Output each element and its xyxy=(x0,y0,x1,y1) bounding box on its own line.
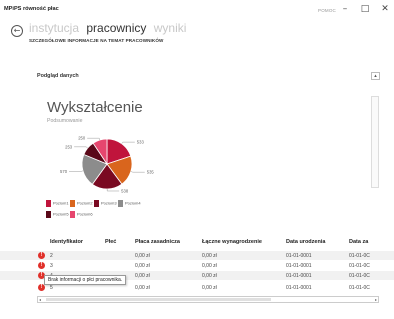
legend-item: Poziom5 xyxy=(46,211,69,218)
leader-line xyxy=(121,141,135,144)
scroll-thumb[interactable] xyxy=(46,298,271,301)
leader-line xyxy=(74,146,88,149)
cell-id: 5 xyxy=(50,285,53,291)
legend-swatch xyxy=(46,200,51,207)
legend-swatch xyxy=(94,200,99,207)
cell-total-pay: 0,00 zł xyxy=(202,285,217,291)
column-header-hire-date[interactable]: Data za xyxy=(349,239,368,245)
cell-id: 3 xyxy=(50,263,53,269)
data-label: 570 xyxy=(60,169,68,174)
column-header-birth-date[interactable]: Data urodzenia xyxy=(286,239,325,245)
cell-hire-date: 01-01-0C xyxy=(349,285,370,291)
cell-total-pay: 0,00 zł xyxy=(202,253,217,259)
horizontal-scrollbar[interactable]: ◂ ▸ xyxy=(37,296,379,303)
table-row[interactable]: ! 2 0,00 zł 0,00 zł 01-01-0001 01-01-0C xyxy=(0,251,394,260)
cell-hire-date: 01-01-0C xyxy=(349,273,370,279)
scroll-right-icon[interactable]: ▸ xyxy=(375,297,377,302)
cell-id: 2 xyxy=(50,253,53,259)
cell-base-salary: 0,00 zł xyxy=(135,273,150,279)
error-icon[interactable]: ! xyxy=(38,284,45,291)
cell-hire-date: 01-01-0C xyxy=(349,263,370,269)
cell-base-salary: 0,00 zł xyxy=(135,285,150,291)
legend-item: Poziom6 xyxy=(70,211,93,218)
legend-swatch xyxy=(70,200,75,207)
column-header-id[interactable]: Identyfikator xyxy=(50,239,83,245)
table-row[interactable]: ! 3 0,00 zł 0,00 zł 01-01-0001 01-01-0C xyxy=(0,261,394,270)
error-icon[interactable]: ! xyxy=(38,262,45,269)
scroll-left-icon[interactable]: ◂ xyxy=(39,297,41,302)
legend-item: Poziom1 xyxy=(46,200,69,207)
cell-base-salary: 0,00 zł xyxy=(135,253,150,259)
cell-birth-date: 01-01-0001 xyxy=(286,273,312,279)
column-header-sex[interactable]: Płeć xyxy=(105,239,116,245)
legend-swatch xyxy=(70,211,75,218)
error-tooltip: Brak informacji o płci pracownika. xyxy=(44,275,127,285)
cell-birth-date: 01-01-0001 xyxy=(286,285,312,291)
error-icon[interactable]: ! xyxy=(38,252,45,259)
legend-item: Poziom4 xyxy=(118,200,141,207)
column-header-total-pay[interactable]: Łączne wynagrodzenie xyxy=(202,239,262,245)
cell-birth-date: 01-01-0001 xyxy=(286,263,312,269)
column-header-base-salary[interactable]: Płaca zasadnicza xyxy=(135,239,180,245)
leader-line xyxy=(69,170,84,172)
leader-line xyxy=(130,171,145,173)
data-label: 533 xyxy=(137,140,145,145)
cell-birth-date: 01-01-0001 xyxy=(286,253,312,259)
data-label: 538 xyxy=(121,188,129,193)
legend-swatch xyxy=(46,211,51,218)
data-label: 253 xyxy=(65,144,73,149)
cell-base-salary: 0,00 zł xyxy=(135,263,150,269)
legend-swatch xyxy=(118,200,123,207)
legend-item: Poziom2 xyxy=(70,200,93,207)
leader-line xyxy=(87,137,101,141)
cell-hire-date: 01-01-0C xyxy=(349,253,370,259)
cell-total-pay: 0,00 zł xyxy=(202,263,217,269)
legend-item: Poziom3 xyxy=(94,200,117,207)
data-label: 535 xyxy=(147,170,155,175)
data-label: 250 xyxy=(78,136,86,141)
cell-total-pay: 0,00 zł xyxy=(202,273,217,279)
